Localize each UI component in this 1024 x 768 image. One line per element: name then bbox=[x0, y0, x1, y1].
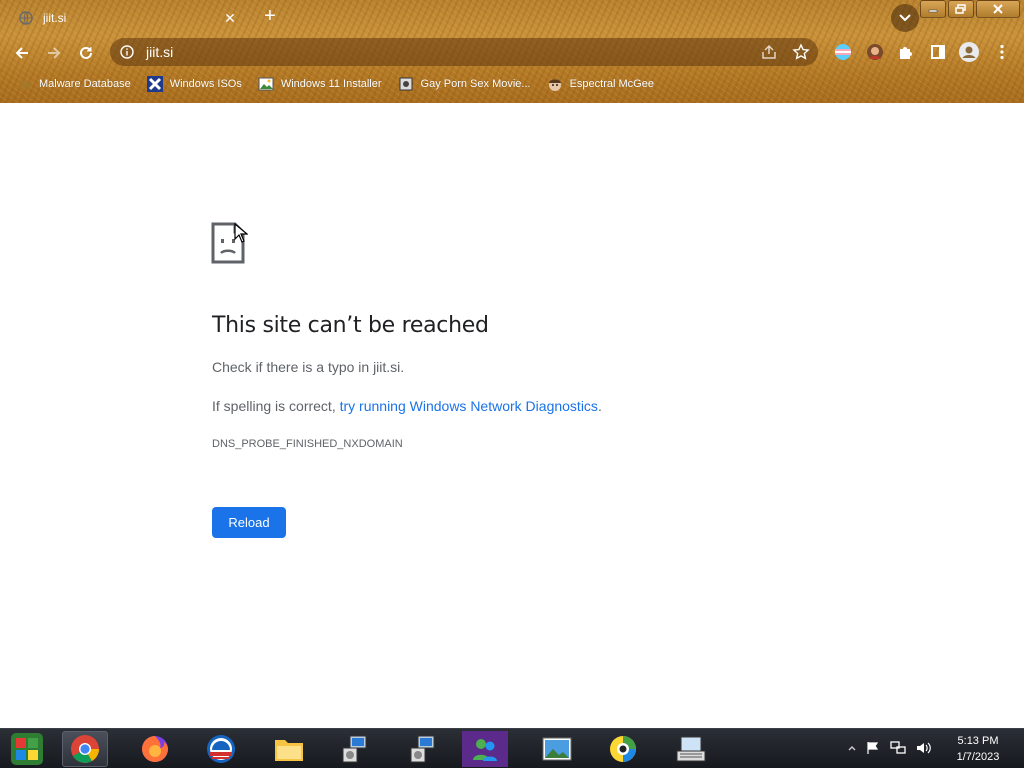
close-window-button[interactable] bbox=[976, 0, 1020, 18]
volume-icon[interactable] bbox=[916, 741, 932, 755]
face-icon bbox=[547, 76, 564, 93]
arrow-right-icon bbox=[48, 47, 61, 59]
disk-icon bbox=[398, 76, 415, 93]
new-tab-button[interactable]: + bbox=[260, 6, 280, 28]
network-setup-taskbar-icon-2[interactable] bbox=[400, 731, 446, 767]
taskbar: 5:13 PM 1/7/2023 bbox=[0, 728, 1024, 768]
clock[interactable]: 5:13 PM 1/7/2023 bbox=[948, 733, 1008, 765]
file-explorer-taskbar-icon[interactable] bbox=[266, 731, 312, 767]
bookmark-windows-isos[interactable]: Windows ISOs bbox=[147, 76, 242, 93]
chevron-down-icon bbox=[899, 14, 911, 22]
forward-button[interactable] bbox=[43, 42, 65, 64]
folder-icon bbox=[16, 76, 33, 93]
mouse-cursor-icon bbox=[234, 223, 248, 243]
extension-flag-icon[interactable] bbox=[832, 41, 854, 63]
tab-title: jiit.si bbox=[43, 11, 67, 25]
info-icon bbox=[120, 45, 134, 59]
browser-chrome: jiit.si ✕ + jiit.si Malware Database Win… bbox=[0, 0, 1024, 103]
system-tray bbox=[848, 741, 932, 755]
bookmarks-bar: Malware Database Windows ISOs Windows 11… bbox=[16, 74, 670, 94]
browser-tab[interactable]: jiit.si ✕ bbox=[8, 4, 248, 32]
profile-icon[interactable] bbox=[958, 41, 980, 63]
side-panel-icon[interactable] bbox=[927, 41, 949, 63]
reload-button[interactable]: Reload bbox=[212, 507, 286, 538]
start-orb-icon[interactable] bbox=[4, 731, 50, 767]
photo-viewer-taskbar-icon[interactable] bbox=[534, 731, 580, 767]
error-typo-hint: Check if there is a typo in jiit.si. bbox=[212, 359, 405, 375]
close-tab-icon[interactable]: ✕ bbox=[222, 10, 238, 27]
network-setup-taskbar-icon-1[interactable] bbox=[332, 731, 378, 767]
obama-logo-taskbar-icon[interactable] bbox=[198, 731, 244, 767]
messenger-taskbar-icon[interactable] bbox=[462, 731, 508, 767]
firefox-taskbar-icon[interactable] bbox=[132, 731, 178, 767]
error-code: DNS_PROBE_FINISHED_NXDOMAIN bbox=[212, 438, 403, 450]
bookmark-windows-11-installer[interactable]: Windows 11 Installer bbox=[258, 76, 382, 93]
clock-time: 5:13 PM bbox=[957, 735, 999, 747]
action-center-flag-icon[interactable] bbox=[866, 741, 880, 755]
restore-button[interactable] bbox=[948, 0, 974, 18]
minimize-button[interactable] bbox=[920, 0, 946, 18]
extension-avatar-icon[interactable] bbox=[864, 41, 886, 63]
menu-icon[interactable] bbox=[991, 41, 1013, 63]
error-diagnostics-hint: If spelling is correct, try running Wind… bbox=[212, 398, 602, 414]
bookmark-malware-database[interactable]: Malware Database bbox=[16, 76, 131, 93]
share-icon bbox=[762, 44, 776, 59]
show-hidden-icons-icon[interactable] bbox=[848, 744, 856, 752]
reload-toolbar-button[interactable] bbox=[75, 42, 97, 64]
error-page: This site can’t be reached Check if ther… bbox=[0, 103, 1024, 728]
on-screen-keyboard-taskbar-icon[interactable] bbox=[668, 731, 714, 767]
globe-icon bbox=[18, 10, 34, 26]
network-diagnostics-link[interactable]: try running Windows Network Diagnostics bbox=[340, 398, 598, 414]
camera-app-taskbar-icon[interactable] bbox=[600, 731, 646, 767]
back-button[interactable] bbox=[11, 42, 33, 64]
x-icon bbox=[147, 76, 164, 93]
clock-date: 1/7/2023 bbox=[956, 751, 1000, 763]
network-icon[interactable] bbox=[890, 741, 906, 755]
refresh-icon bbox=[80, 46, 92, 59]
image-icon bbox=[258, 76, 275, 93]
window-controls bbox=[920, 0, 1020, 18]
chrome-taskbar-icon[interactable] bbox=[62, 731, 108, 767]
star-icon bbox=[792, 43, 810, 60]
address-bar[interactable]: jiit.si bbox=[110, 38, 818, 66]
extensions-puzzle-icon[interactable] bbox=[895, 41, 917, 63]
url-text: jiit.si bbox=[146, 44, 174, 60]
error-title: This site can’t be reached bbox=[212, 313, 489, 338]
tab-search-button[interactable] bbox=[891, 4, 919, 32]
bookmark-espectral-mcgee[interactable]: Espectral McGee bbox=[547, 76, 654, 93]
arrow-left-icon bbox=[15, 47, 28, 59]
bookmark-gay-porn-sex-movie[interactable]: Gay Porn Sex Movie... bbox=[398, 76, 531, 93]
